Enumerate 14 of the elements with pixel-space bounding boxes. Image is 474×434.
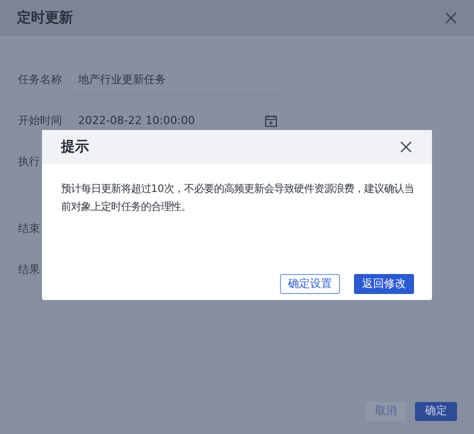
field-label: 执行 <box>18 154 41 170</box>
field-label: 结果 <box>18 262 41 278</box>
confirm-button[interactable]: 确定 <box>415 402 457 421</box>
prompt-message: 预计每日更新将超过10次，不必要的高频更新会导致硬件资源浪费，建议确认当前对象上定时任务的合理性。 <box>61 182 416 215</box>
calendar-icon[interactable] <box>265 115 277 127</box>
confirm-settings-button[interactable]: 确定设置 <box>280 274 340 294</box>
field-label: 结束 <box>18 221 41 238</box>
prompt-title: 提示 <box>61 138 89 156</box>
dialog-title: 定时更新 <box>17 8 73 28</box>
field-label: 开始时间 <box>18 113 63 130</box>
field-label: 任务名称 <box>18 72 63 88</box>
return-button[interactable]: 返回修改 <box>354 274 414 294</box>
close-icon[interactable] <box>400 141 412 153</box>
input-field[interactable]: 地产行业更新任务 <box>70 66 285 94</box>
